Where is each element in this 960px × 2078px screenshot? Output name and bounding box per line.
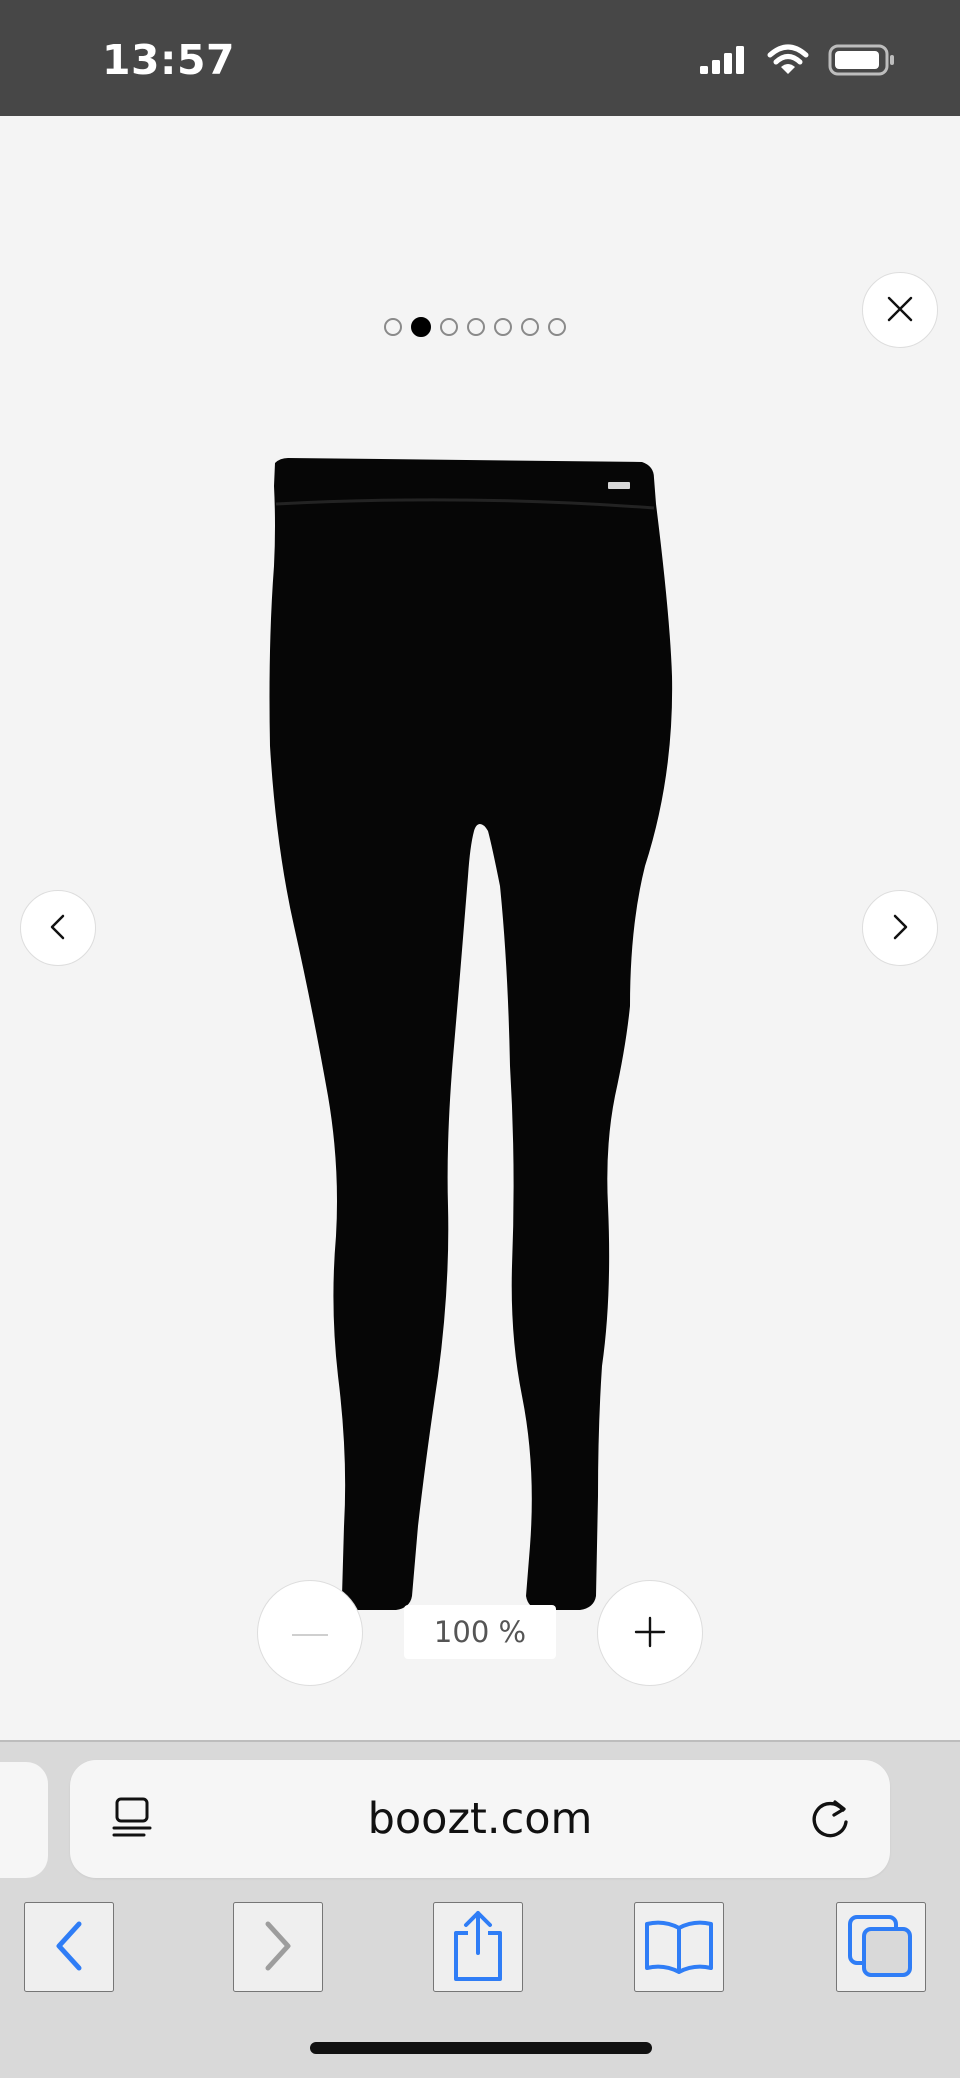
pagination-dot[interactable] [494, 318, 512, 336]
signal-icon [698, 45, 748, 80]
previous-image-button[interactable] [20, 890, 96, 966]
battery-icon [828, 43, 896, 82]
forward-button[interactable] [233, 1902, 323, 1992]
wifi-icon [766, 44, 810, 81]
status-time: 13:57 [102, 36, 236, 84]
chevron-right-icon [887, 912, 913, 945]
url-text[interactable]: boozt.com [70, 1760, 890, 1878]
status-bar: 13:57 [0, 0, 960, 116]
back-icon [49, 1916, 89, 1979]
plus-icon [632, 1614, 668, 1653]
zoom-level: 100 % [404, 1605, 556, 1659]
pagination-dot[interactable] [521, 318, 539, 336]
image-pagination [384, 317, 566, 337]
pagination-dot[interactable] [384, 318, 402, 336]
pagination-dot[interactable] [440, 318, 458, 336]
previous-tab-preview[interactable] [0, 1762, 48, 1878]
zoom-out-button[interactable] [257, 1580, 363, 1686]
pagination-dot[interactable] [467, 318, 485, 336]
reload-icon[interactable] [804, 1792, 856, 1844]
zoom-in-button[interactable] [597, 1580, 703, 1686]
status-icons [698, 43, 896, 82]
product-image [269, 458, 673, 1610]
share-button[interactable] [433, 1902, 523, 1992]
pagination-dot-active[interactable] [411, 317, 431, 337]
share-icon [448, 1909, 508, 1986]
home-indicator[interactable] [310, 2042, 652, 2054]
pagination-dot[interactable] [548, 318, 566, 336]
tabs-icon [846, 1913, 916, 1982]
tabs-button[interactable] [836, 1902, 926, 1992]
bookmarks-icon [642, 1916, 716, 1979]
close-button[interactable] [862, 272, 938, 348]
minus-icon [292, 1626, 328, 1641]
close-icon [885, 294, 915, 327]
forward-icon [258, 1916, 298, 1979]
bookmarks-button[interactable] [634, 1902, 724, 1992]
next-image-button[interactable] [862, 890, 938, 966]
address-bar[interactable]: boozt.com [70, 1760, 890, 1878]
chevron-left-icon [45, 912, 71, 945]
browser-chrome: boozt.com [0, 1742, 960, 2078]
image-viewer: 100 % [0, 116, 960, 1740]
back-button[interactable] [24, 1902, 114, 1992]
